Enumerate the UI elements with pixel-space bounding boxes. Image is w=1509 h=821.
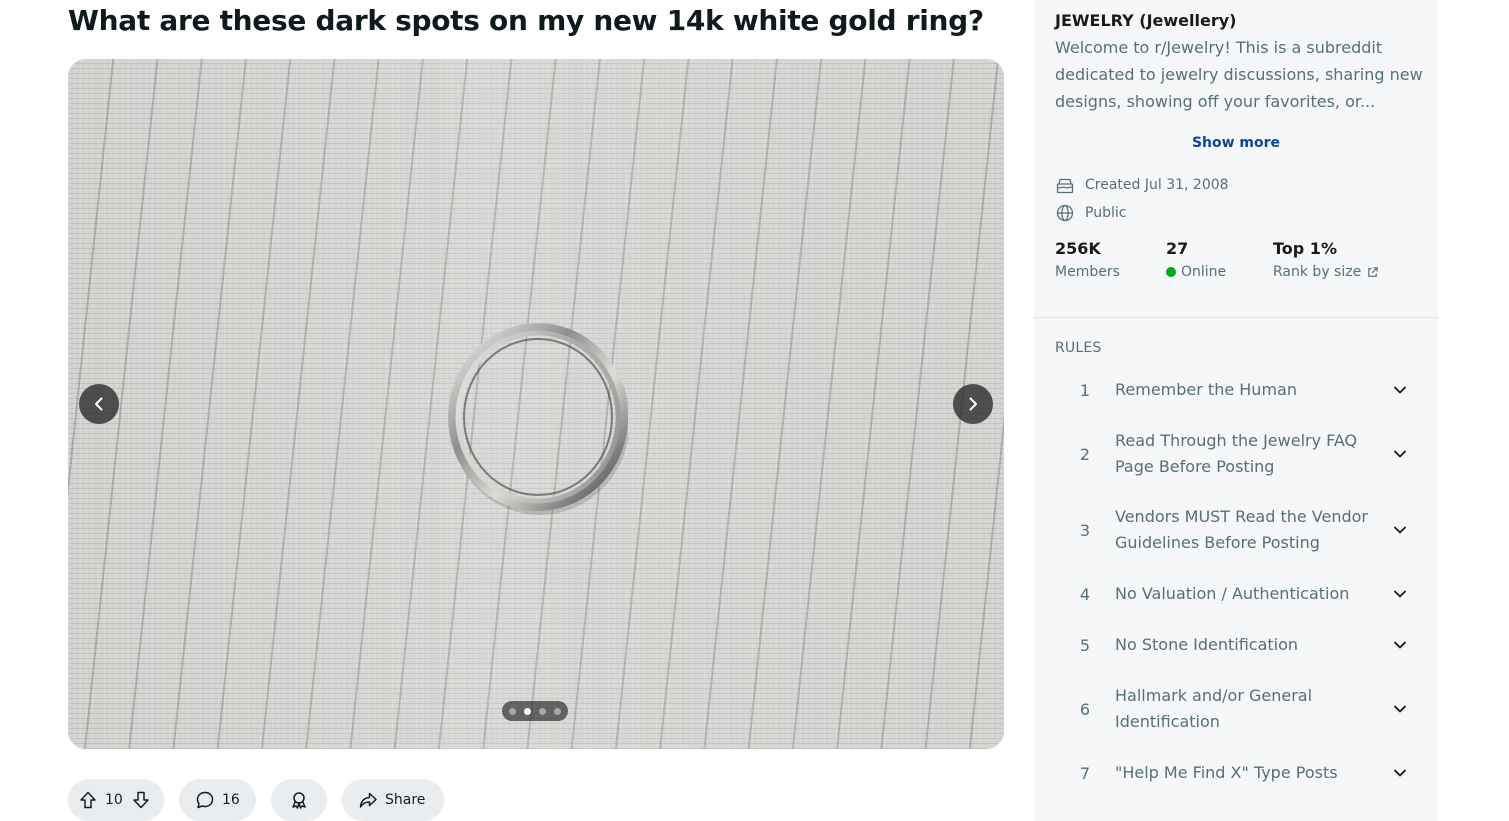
rule-text: Read Through the Jewelry FAQ Page Before… <box>1115 431 1358 476</box>
online-status-dot <box>1166 267 1176 277</box>
rule-number: 1 <box>1079 380 1091 400</box>
rule-text: Remember the Human <box>1115 380 1297 399</box>
online-count: 27 <box>1166 239 1189 258</box>
comments-button[interactable]: 16 <box>179 779 256 821</box>
rule-expand-button[interactable] <box>1385 382 1415 398</box>
rule-number: 2 <box>1079 444 1091 464</box>
online-label: Online <box>1181 264 1227 280</box>
carousel-dot[interactable] <box>539 707 546 715</box>
chevron-down-icon <box>1394 386 1406 394</box>
downvote-button[interactable] <box>131 790 151 810</box>
rule-number: 7 <box>1079 763 1091 783</box>
rule-expand-button[interactable] <box>1385 765 1415 781</box>
rule-text: Hallmark and/or General Identification <box>1115 686 1313 731</box>
chevron-left-icon <box>95 397 103 411</box>
rank-stat[interactable]: Top 1% Rank by size <box>1273 238 1379 280</box>
rule-number: 3 <box>1079 520 1091 540</box>
downvote-arrow-icon <box>133 791 149 809</box>
rules-heading: RULES <box>1055 340 1102 356</box>
ring-image <box>448 323 628 515</box>
chevron-down-icon <box>1394 590 1406 598</box>
rule-number: 5 <box>1079 635 1091 655</box>
visibility: Public <box>1055 203 1126 223</box>
rule-text: Vendors MUST Read the Vendor Guidelines … <box>1115 507 1369 552</box>
rank-value: Top 1% <box>1273 239 1337 258</box>
award-icon <box>292 792 306 809</box>
share-label: Share <box>385 792 426 808</box>
chevron-down-icon <box>1394 705 1406 713</box>
page: What are these dark spots on my new 14k … <box>0 0 1509 821</box>
rule-text: No Valuation / Authentication <box>1115 584 1350 603</box>
cake-icon <box>1056 178 1074 194</box>
chevron-right-icon <box>969 397 977 411</box>
show-more-link[interactable]: Show more <box>1034 135 1438 151</box>
rule-item[interactable]: 3 Vendors MUST Read the Vendor Guideline… <box>1055 504 1425 556</box>
chevron-down-icon <box>1394 526 1406 534</box>
rule-number: 4 <box>1079 584 1091 604</box>
comment-count: 16 <box>222 792 240 808</box>
community-name: JEWELRY (Jewellery) <box>1055 11 1237 30</box>
award-button[interactable] <box>271 779 327 821</box>
rank-label-row[interactable]: Rank by size <box>1273 264 1379 280</box>
chevron-down-icon <box>1394 769 1406 777</box>
carousel-dot[interactable] <box>509 707 516 715</box>
visibility-label: Public <box>1085 205 1127 221</box>
post-media-carousel[interactable] <box>68 59 1004 749</box>
rule-expand-button[interactable] <box>1385 701 1415 717</box>
upvote-arrow-icon <box>80 791 96 809</box>
rule-text: "Help Me Find X" Type Posts <box>1115 763 1338 782</box>
rank-label: Rank by size <box>1273 264 1362 280</box>
community-description: Welcome to r/Jewelry! This is a subreddi… <box>1055 38 1423 111</box>
rule-item[interactable]: 7 "Help Me Find X" Type Posts <box>1055 760 1425 786</box>
share-button[interactable]: Share <box>342 779 444 821</box>
rule-item[interactable]: 1 Remember the Human <box>1055 377 1425 403</box>
rule-item[interactable]: 5 No Stone Identification <box>1055 632 1425 658</box>
rule-item[interactable]: 2 Read Through the Jewelry FAQ Page Befo… <box>1055 428 1425 480</box>
members-stat: 256K Members <box>1055 238 1120 280</box>
created-date: Created Jul 31, 2008 <box>1055 175 1229 195</box>
online-label-row: Online <box>1166 264 1226 280</box>
rule-expand-button[interactable] <box>1385 522 1415 538</box>
carousel-dot-active[interactable] <box>524 707 531 715</box>
globe-icon <box>1056 204 1074 222</box>
comment-bubble-icon <box>196 791 214 809</box>
rule-item[interactable]: 4 No Valuation / Authentication <box>1055 581 1425 607</box>
external-link-icon <box>1368 266 1378 277</box>
rule-text: No Stone Identification <box>1115 635 1299 654</box>
post-title: What are these dark spots on my new 14k … <box>68 4 984 37</box>
members-label: Members <box>1055 264 1120 280</box>
carousel-next-button[interactable] <box>953 384 993 424</box>
rule-item[interactable]: 6 Hallmark and/or General Identification <box>1055 683 1425 735</box>
chevron-down-icon <box>1394 641 1406 649</box>
vote-count: 10 <box>105 792 123 808</box>
upvote-button[interactable] <box>78 790 98 810</box>
online-stat: 27 Online <box>1166 238 1226 280</box>
created-label: Created Jul 31, 2008 <box>1085 177 1229 193</box>
community-sidebar: JEWELRY (Jewellery) Welcome to r/Jewelry… <box>1034 0 1438 821</box>
vote-bar: 10 <box>68 779 164 821</box>
carousel-dot[interactable] <box>554 707 561 715</box>
members-count: 256K <box>1055 239 1101 258</box>
rule-expand-button[interactable] <box>1385 586 1415 602</box>
rule-number: 6 <box>1079 699 1091 719</box>
sidebar-divider <box>1034 317 1438 318</box>
rule-expand-button[interactable] <box>1385 637 1415 653</box>
rule-expand-button[interactable] <box>1385 446 1415 462</box>
chevron-down-icon <box>1394 450 1406 458</box>
carousel-pagination <box>502 701 568 721</box>
share-arrow-icon <box>359 792 377 808</box>
carousel-prev-button[interactable] <box>79 384 119 424</box>
